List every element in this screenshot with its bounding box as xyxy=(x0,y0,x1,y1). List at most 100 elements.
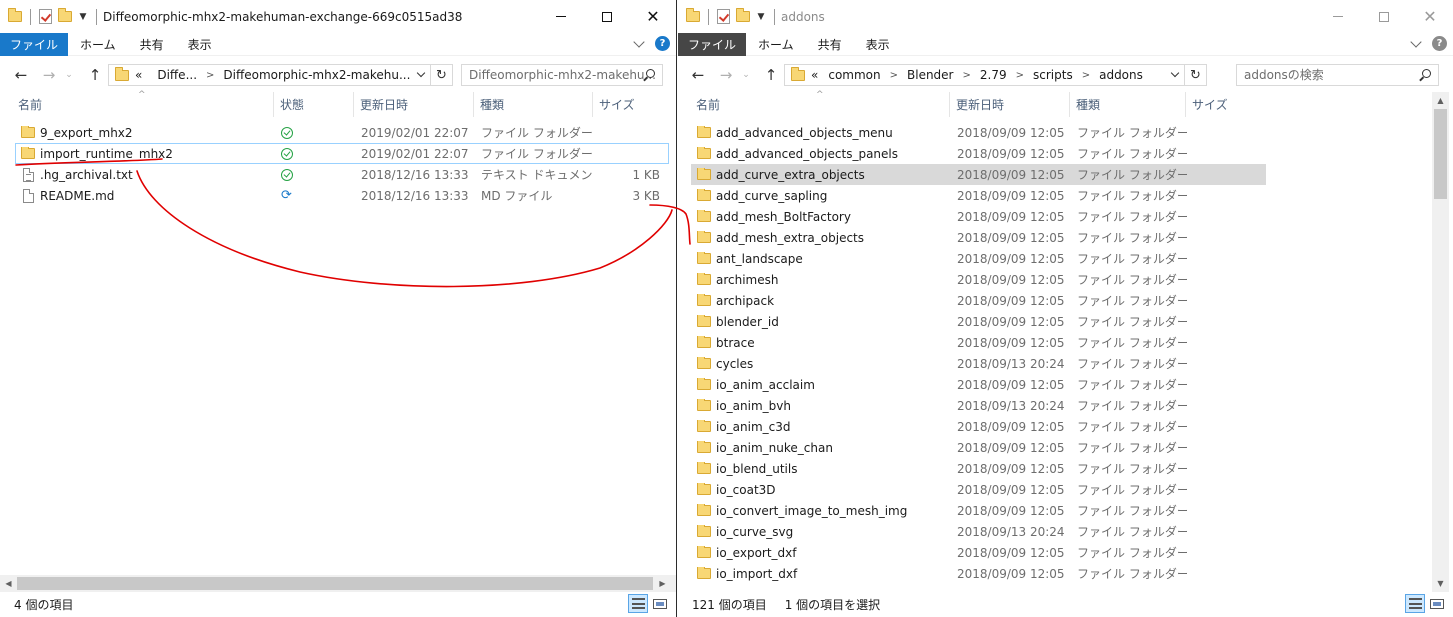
breadcrumb-item[interactable]: Diffeomorphic-mhx2-makehu... xyxy=(223,68,410,82)
maximize-button[interactable] xyxy=(584,0,630,33)
scroll-right-icon[interactable]: ▶ xyxy=(654,575,671,592)
tab-share[interactable]: 共有 xyxy=(128,33,176,56)
list-item[interactable]: cycles 2018/09/13 20:24 ファイル フォルダー xyxy=(691,353,1266,374)
recent-dropdown-icon[interactable]: ⌄ xyxy=(58,64,80,86)
breadcrumb-item[interactable]: addons xyxy=(1099,68,1143,82)
breadcrumb-item[interactable]: 2.79 xyxy=(980,68,1007,82)
details-view-button[interactable] xyxy=(628,594,648,613)
address-dropdown-button[interactable] xyxy=(1166,65,1184,85)
vertical-scrollbar[interactable]: ▲ ▼ xyxy=(1432,92,1449,592)
list-item[interactable]: ant_landscape 2018/09/09 12:05 ファイル フォルダー xyxy=(691,248,1266,269)
properties-icon[interactable] xyxy=(717,9,730,24)
column-header-type[interactable]: 種類 xyxy=(1070,92,1186,117)
tab-file[interactable]: ファイル xyxy=(0,32,69,56)
scroll-thumb[interactable] xyxy=(17,577,653,590)
list-item[interactable]: add_mesh_extra_objects 2018/09/09 12:05 ファ… xyxy=(691,227,1266,248)
tab-share[interactable]: 共有 xyxy=(806,33,854,56)
horizontal-scrollbar[interactable]: ◀ ▶ xyxy=(0,575,676,592)
list-item[interactable]: archimesh 2018/09/09 12:05 ファイル フォルダー xyxy=(691,269,1266,290)
search-box[interactable] xyxy=(1236,64,1439,86)
search-icon[interactable] xyxy=(642,68,656,82)
scroll-left-icon[interactable]: ◀ xyxy=(0,575,17,592)
list-item[interactable]: io_curve_svg 2018/09/13 20:24 ファイル フォルダー xyxy=(691,521,1266,542)
list-item-focused[interactable]: import_runtime_mhx2 2019/02/01 22:07 ファイ… xyxy=(15,143,669,164)
back-button[interactable]: ← xyxy=(687,64,709,86)
list-item[interactable]: 9_export_mhx2 2019/02/01 22:07 ファイル フォルダ… xyxy=(15,122,669,143)
breadcrumb-item[interactable]: scripts xyxy=(1033,68,1073,82)
customize-dropdown-icon[interactable]: ▼ xyxy=(78,12,88,22)
list-item[interactable]: archipack 2018/09/09 12:05 ファイル フォルダー xyxy=(691,290,1266,311)
forward-button[interactable]: → xyxy=(715,64,737,86)
list-item[interactable]: blender_id 2018/09/09 12:05 ファイル フォルダー xyxy=(691,311,1266,332)
tab-home[interactable]: ホーム xyxy=(68,33,128,56)
maximize-button[interactable] xyxy=(1361,0,1407,33)
breadcrumb-separator-icon[interactable]: > xyxy=(890,70,898,81)
list-item[interactable]: add_advanced_objects_panels 2018/09/09 12… xyxy=(691,143,1266,164)
column-header-type[interactable]: 種類 xyxy=(474,92,593,117)
customize-dropdown-icon[interactable]: ▼ xyxy=(756,12,766,22)
forward-button[interactable]: → xyxy=(38,64,60,86)
search-input[interactable] xyxy=(469,68,662,82)
close-button[interactable]: ✕ xyxy=(630,0,676,33)
address-bar[interactable]: « Diffe... > Diffeomorphic-mhx2-makehu..… xyxy=(108,64,453,86)
column-header-date[interactable]: 更新日時 xyxy=(354,92,474,117)
list-item-hovered[interactable]: add_curve_extra_objects 2018/09/09 12:05 フ… xyxy=(691,164,1266,185)
new-folder-icon[interactable] xyxy=(58,8,72,22)
column-header-size[interactable]: サイズ xyxy=(1186,92,1256,117)
list-item[interactable]: add_curve_sapling 2018/09/09 12:05 ファイル フォ… xyxy=(691,185,1266,206)
details-view-button[interactable] xyxy=(1405,594,1425,613)
search-icon[interactable] xyxy=(1418,68,1432,82)
column-header-name[interactable]: ^ 名前 xyxy=(678,90,950,117)
scroll-up-icon[interactable]: ▲ xyxy=(1432,92,1449,109)
scroll-thumb[interactable] xyxy=(1434,109,1447,199)
breadcrumb-separator-icon[interactable]: > xyxy=(963,70,971,81)
help-icon[interactable]: ? xyxy=(1432,36,1447,51)
tab-view[interactable]: 表示 xyxy=(854,33,902,56)
list-item[interactable]: README.md ⟳ 2018/12/16 13:33 MD ファイル 3 K… xyxy=(15,185,669,206)
list-item[interactable]: io_convert_image_to_mesh_img 2018/09/09 1… xyxy=(691,500,1266,521)
list-item[interactable]: io_coat3D 2018/09/09 12:05 ファイル フォルダー xyxy=(691,479,1266,500)
breadcrumb-separator-icon[interactable]: > xyxy=(1016,70,1024,81)
large-icons-view-button[interactable] xyxy=(650,594,670,613)
back-button[interactable]: ← xyxy=(10,64,32,86)
list-item[interactable]: io_anim_nuke_chan 2018/09/09 12:05 ファイル フォ… xyxy=(691,437,1266,458)
column-header-date[interactable]: 更新日時 xyxy=(950,92,1070,117)
close-button[interactable]: ✕ xyxy=(1407,0,1453,33)
search-box[interactable] xyxy=(461,64,663,86)
breadcrumb-overflow[interactable]: « xyxy=(135,68,142,82)
minimize-button[interactable] xyxy=(538,0,584,33)
breadcrumb-item[interactable]: common xyxy=(828,68,880,82)
list-item[interactable]: io_export_dxf 2018/09/09 12:05 ファイル フォルダー xyxy=(691,542,1266,563)
list-item[interactable]: io_import_dxf 2018/09/09 12:05 ファイル フォルダー xyxy=(691,563,1266,584)
search-input[interactable] xyxy=(1244,68,1438,82)
tab-home[interactable]: ホーム xyxy=(746,33,806,56)
list-item[interactable]: .hg_archival.txt 2018/12/16 13:33 テキスト ド… xyxy=(15,164,669,185)
refresh-button[interactable]: ↻ xyxy=(430,65,452,85)
breadcrumb-separator-icon[interactable]: > xyxy=(1082,70,1090,81)
minimize-button[interactable] xyxy=(1315,0,1361,33)
expand-ribbon-icon[interactable] xyxy=(1410,35,1422,48)
address-bar[interactable]: « common > Blender > 2.79 > scripts > ad… xyxy=(784,64,1207,86)
breadcrumb-item[interactable]: Diffe... xyxy=(157,68,197,82)
list-item[interactable]: io_anim_c3d 2018/09/09 12:05 ファイル フォルダー xyxy=(691,416,1266,437)
address-dropdown-button[interactable] xyxy=(412,65,430,85)
list-item[interactable]: add_mesh_BoltFactory 2018/09/09 12:05 ファイル… xyxy=(691,206,1266,227)
list-item[interactable]: io_anim_acclaim 2018/09/09 12:05 ファイル フォルダ… xyxy=(691,374,1266,395)
list-item[interactable]: add_advanced_objects_menu 2018/09/09 12:0… xyxy=(691,122,1266,143)
column-header-size[interactable]: サイズ xyxy=(593,92,663,117)
breadcrumb-overflow[interactable]: « xyxy=(811,68,818,82)
help-icon[interactable]: ? xyxy=(655,36,670,51)
column-header-name[interactable]: ^ 名前 xyxy=(0,90,274,117)
up-button[interactable]: ↑ xyxy=(84,64,106,86)
new-folder-icon[interactable] xyxy=(736,8,750,22)
up-button[interactable]: ↑ xyxy=(760,64,782,86)
tab-file[interactable]: ファイル xyxy=(678,32,747,56)
scroll-down-icon[interactable]: ▼ xyxy=(1432,575,1449,592)
list-item[interactable]: btrace 2018/09/09 12:05 ファイル フォルダー xyxy=(691,332,1266,353)
column-header-status[interactable]: 状態 xyxy=(274,92,354,117)
refresh-button[interactable]: ↻ xyxy=(1184,65,1206,85)
breadcrumb-item[interactable]: Blender xyxy=(907,68,954,82)
breadcrumb-separator-icon[interactable]: > xyxy=(206,70,214,81)
expand-ribbon-icon[interactable] xyxy=(633,35,645,48)
list-item[interactable]: io_blend_utils 2018/09/09 12:05 ファイル フォルダー xyxy=(691,458,1266,479)
